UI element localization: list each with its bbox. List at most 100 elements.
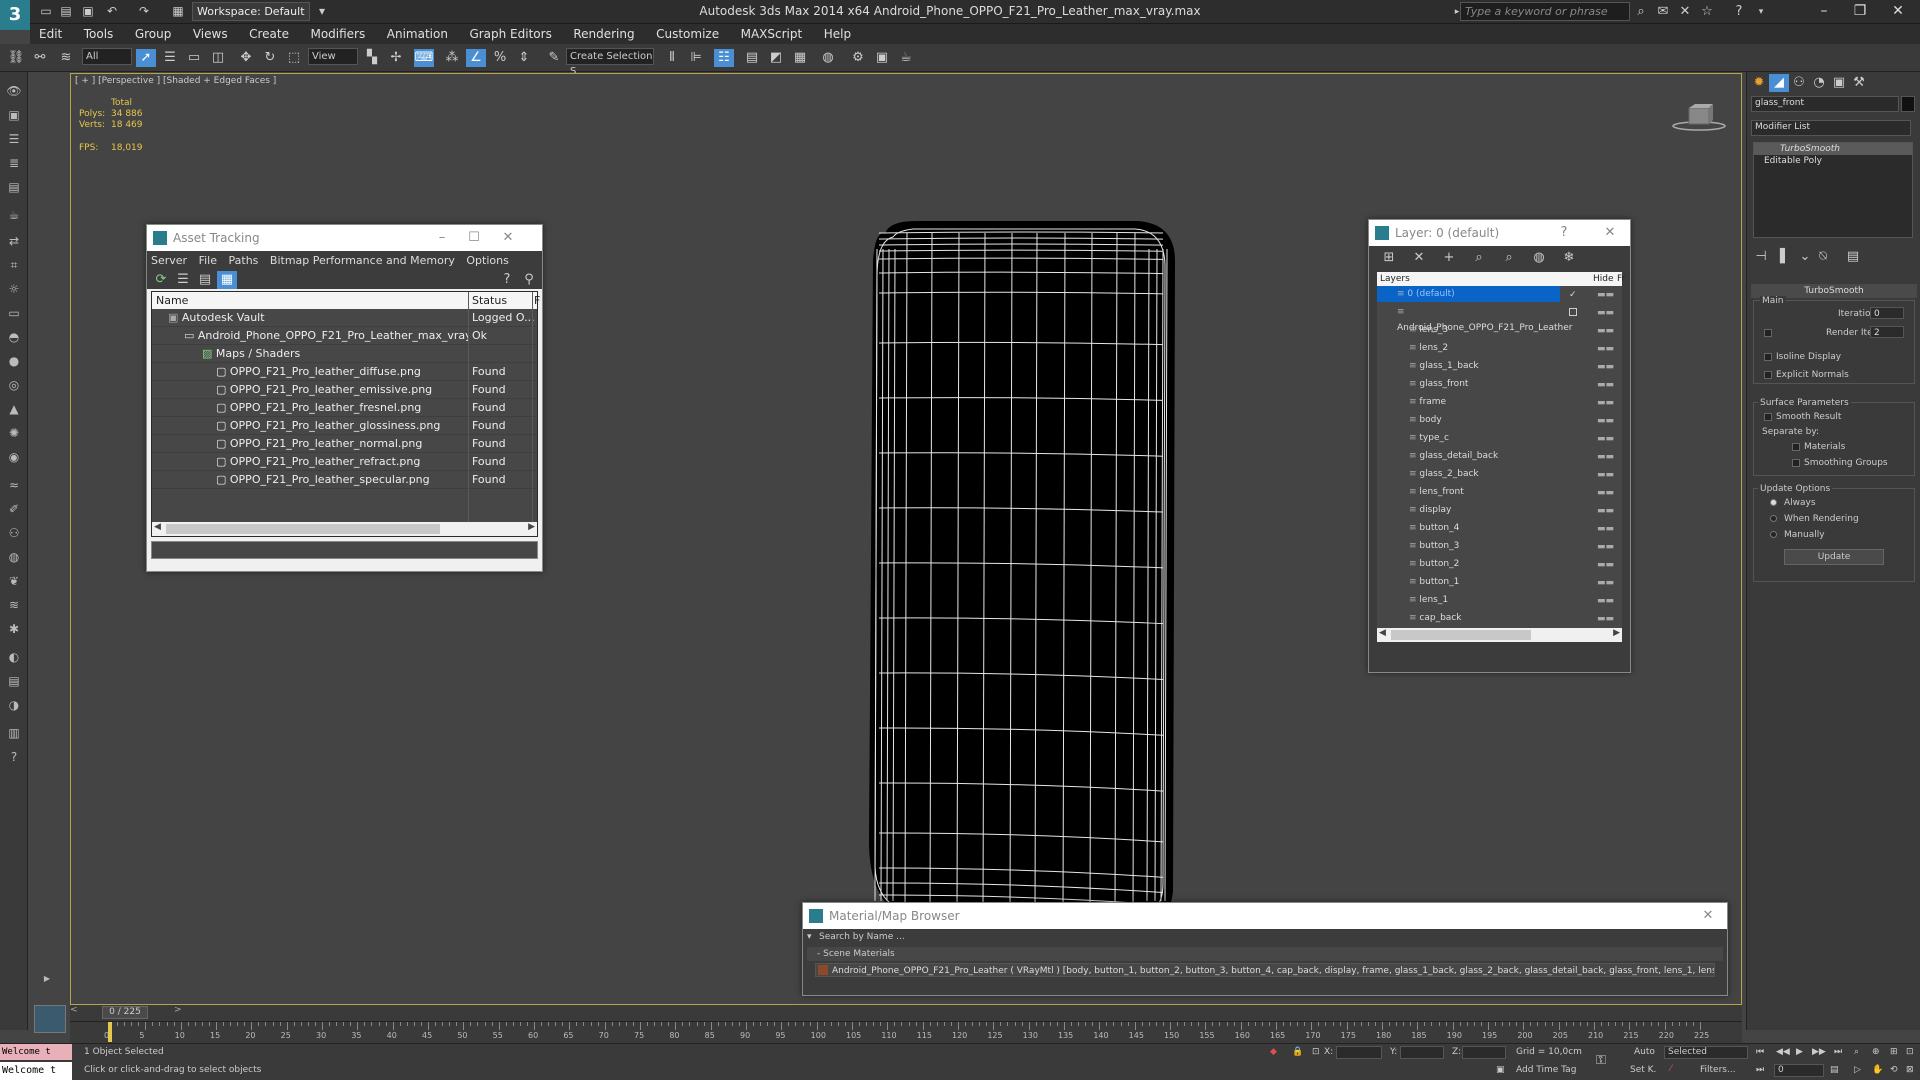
material-entry[interactable]: Android_Phone_OPPO_F21_Pro_Leather ( VRa… — [815, 963, 1715, 977]
hide-toggle[interactable]: ▬▬ — [1597, 556, 1614, 574]
search-input[interactable]: Type a keyword or phrase — [1460, 2, 1630, 21]
maximize-viewport-icon[interactable]: ⊠ — [1906, 1065, 1914, 1075]
layer-name-cell[interactable]: ≡ lens_3 — [1377, 322, 1560, 338]
table-row[interactable]: ▢ OPPO_F21_Pro_leather_diffuse.png Found — [152, 363, 537, 381]
menu-rendering[interactable]: Rendering — [564, 24, 643, 44]
teapot-icon[interactable]: ☕ — [5, 206, 23, 224]
layer-name-cell[interactable]: ≡ cap_back — [1377, 610, 1560, 626]
maxscript-listener[interactable]: Welcome t — [0, 1044, 72, 1060]
layer-row[interactable]: ≡ Android_Phone_OPPO_F21_Pro_Leather ▬▬ — [1377, 304, 1622, 333]
list-icon[interactable]: ≣ — [5, 154, 23, 172]
set-key-icon[interactable]: ⁄ — [1670, 1064, 1672, 1074]
hide-toggle[interactable]: ▬▬ — [1597, 376, 1614, 394]
motion-tab-icon[interactable]: ◔ — [1809, 74, 1829, 92]
reference-coordinate-dropdown[interactable]: View — [308, 48, 358, 65]
hide-toggle[interactable]: ▬▬ — [1597, 340, 1614, 358]
layer-name-cell[interactable]: ≡ button_1 — [1377, 574, 1560, 590]
layer-row[interactable]: ≡ glass_1_back ▬▬ — [1377, 358, 1622, 376]
material-sphere-icon[interactable]: ◉ — [5, 448, 23, 466]
table-row[interactable]: ▭ Android_Phone_OPPO_F21_Pro_Leather_max… — [152, 327, 537, 345]
time-config-icon[interactable]: ▤ — [1830, 1065, 1839, 1075]
hide-toggle[interactable]: ▬▬ — [1597, 574, 1614, 592]
hide-toggle[interactable]: ▬▬ — [1597, 358, 1614, 376]
hide-toggle[interactable]: ▬▬ — [1597, 430, 1614, 448]
y-coordinate-field[interactable] — [1400, 1046, 1444, 1059]
add-time-tag-button[interactable]: Add Time Tag — [1516, 1065, 1576, 1075]
sun-icon[interactable]: ☼ — [5, 280, 23, 298]
menu-options[interactable]: Options — [462, 251, 512, 271]
column-hide[interactable]: Hide — [1593, 272, 1614, 286]
menu-server[interactable]: Server — [147, 251, 191, 271]
render-iters-spinner[interactable]: 2 — [1870, 326, 1904, 338]
eye-icon[interactable]: 👁 — [5, 82, 23, 100]
layer-name-cell[interactable]: ≡ lens_front — [1377, 484, 1560, 500]
chevron-left-icon[interactable]: ◀ — [1379, 628, 1386, 638]
open-file-icon[interactable]: ▤ — [58, 3, 74, 19]
scene-explorer-icon[interactable]: ☰ — [5, 130, 23, 148]
modifier-turbosmooth[interactable]: TurboSmooth — [1754, 143, 1912, 155]
layer-row[interactable]: ≡ glass_front ▬▬ — [1377, 376, 1622, 394]
layer-row[interactable]: ≡ lens_front ▬▬ — [1377, 484, 1622, 502]
layer-row[interactable]: ≡ lens_2 ▬▬ — [1377, 340, 1622, 358]
select-by-name-icon[interactable]: ☰ — [160, 49, 180, 67]
layer-current-box[interactable] — [1569, 308, 1577, 316]
chevron-right-icon[interactable]: ▶ — [528, 522, 535, 532]
layer-name-cell[interactable]: ≡ 0 (default) — [1377, 286, 1560, 302]
hide-all-icon[interactable]: ◍ — [1529, 249, 1549, 267]
layer-name-cell[interactable]: ≡ body — [1377, 412, 1560, 428]
select-in-layer-icon[interactable]: ⌕ — [1469, 249, 1489, 267]
named-selection-dropdown[interactable]: Create Selection S — [566, 48, 654, 77]
material-search-input[interactable]: ▾ Search by Name ... — [803, 929, 1727, 945]
column-layers[interactable]: Layers — [1380, 274, 1410, 284]
zoom-extents-icon[interactable]: ⊞ — [1890, 1047, 1898, 1057]
angle-snap-icon[interactable]: ∠ — [466, 49, 486, 67]
x-coordinate-field[interactable] — [1336, 1046, 1382, 1059]
menu-bitmap-performance[interactable]: Bitmap Performance and Memory — [266, 251, 459, 271]
display-tab-icon[interactable]: ▣ — [1829, 74, 1849, 92]
chevron-down-icon[interactable]: ▾ — [314, 3, 330, 19]
show-end-result-icon[interactable]: ▌ — [1775, 248, 1795, 266]
time-slider[interactable]: 0 / 225 < > — [70, 1005, 1742, 1021]
pan-icon[interactable]: ✋ — [1872, 1065, 1883, 1075]
hide-toggle[interactable]: ▬▬ — [1597, 502, 1614, 520]
layer-name-cell[interactable]: ≡ type_c — [1377, 430, 1560, 446]
isolate-icon[interactable]: ◆ — [1270, 1047, 1277, 1057]
world-icon[interactable]: ◐ — [5, 648, 23, 666]
table-row[interactable]: ▢ OPPO_F21_Pro_leather_fresnel.png Found — [152, 399, 537, 417]
highlight-layer-icon[interactable]: ⌕ — [1499, 249, 1519, 267]
delete-layer-icon[interactable]: ✕ — [1409, 249, 1429, 267]
maximize-button[interactable]: ❐ — [1842, 0, 1878, 24]
mirror-icon[interactable]: ⫴ — [662, 49, 682, 67]
chevron-down-icon[interactable]: ▾ — [1752, 3, 1770, 21]
scrollbar-thumb[interactable] — [1391, 630, 1531, 640]
spinner-snap-icon[interactable]: ⇕ — [514, 49, 534, 67]
horizontal-scrollbar[interactable]: ◀ ▶ — [152, 522, 537, 536]
render-production-icon[interactable]: ☕ — [896, 49, 916, 67]
minimize-button[interactable]: – — [1806, 0, 1842, 24]
layer-row[interactable]: ≡ glass_detail_back ▬▬ — [1377, 448, 1622, 466]
bind-space-warp-icon[interactable]: ≋ — [56, 49, 76, 67]
table-row[interactable]: ▢ OPPO_F21_Pro_leather_emissive.png Foun… — [152, 381, 537, 399]
refresh-icon[interactable]: ⟳ — [151, 271, 171, 289]
iterations-spinner[interactable]: 0 — [1870, 307, 1904, 319]
viewport-label[interactable]: [ + ] [Perspective ] [Shaded + Edged Fac… — [75, 76, 276, 86]
pivot-center-icon[interactable]: ▚ — [362, 49, 382, 67]
when-rendering-radio[interactable] — [1770, 515, 1777, 522]
move-icon[interactable]: ✥ — [236, 49, 256, 67]
hide-toggle[interactable]: ▬▬ — [1597, 394, 1614, 412]
keyboard-shortcut-toggle-icon[interactable]: ⌨ — [414, 49, 434, 67]
previous-frame-icon[interactable]: ◀◀ — [1776, 1047, 1790, 1057]
layer-row[interactable]: ≡ frame ▬▬ — [1377, 394, 1622, 412]
light-icon[interactable]: ✺ — [5, 424, 23, 442]
subscription-icon[interactable]: ✉ — [1654, 3, 1672, 21]
menu-help[interactable]: Help — [815, 24, 860, 44]
time-tag-icon[interactable]: ▣ — [1496, 1065, 1505, 1075]
zoom-all-icon[interactable]: ⊕ — [1872, 1047, 1880, 1057]
maxscript-mini-listener[interactable]: Welcome t — [0, 1062, 72, 1080]
z-coordinate-field[interactable] — [1462, 1046, 1506, 1059]
layer-name-cell[interactable]: ≡ display — [1377, 502, 1560, 518]
make-unique-icon[interactable]: ⌄ — [1795, 248, 1815, 266]
select-manipulate-icon[interactable]: ✢ — [386, 49, 406, 67]
paint-icon[interactable]: ✐ — [5, 500, 23, 518]
communication-icon[interactable]: ✕ — [1676, 3, 1694, 21]
